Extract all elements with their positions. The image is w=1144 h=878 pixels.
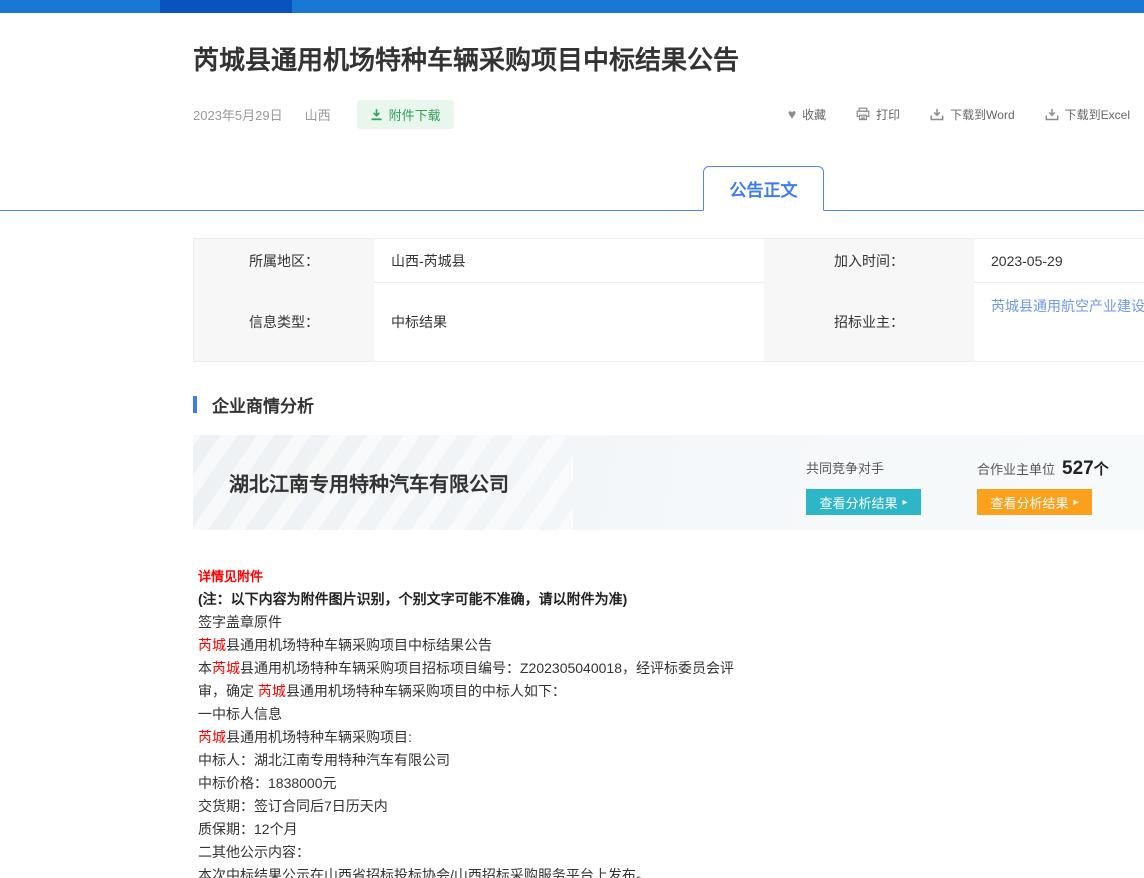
favorite-label: 收藏: [802, 106, 826, 123]
partner-label: 合作业主单位 527 个: [977, 458, 1109, 480]
article-line: 交货期：签订合同后7日历天内: [198, 795, 1144, 818]
favorite-button[interactable]: ♥ 收藏: [788, 106, 826, 123]
article-line: 中标价格：1838000元: [198, 772, 1144, 795]
article-line: 签字盖章原件: [198, 611, 1144, 634]
partner-count-unit: 个: [1094, 458, 1109, 479]
article-line: 芮城县通用机场特种车辆采购项目中标结果公告: [198, 634, 1144, 657]
publish-date: 2023年5月29日: [193, 105, 283, 124]
info-value-date-added: 2023-05-29: [974, 239, 1144, 283]
action-toolbar: ♥ 收藏 打印 下载到Word: [788, 106, 1130, 123]
section-header: 企业商情分析: [193, 392, 1144, 417]
info-label-owner: 招标业主：: [764, 283, 974, 361]
article-line: 中标人：湖北江南专用特种汽车有限公司: [198, 749, 1144, 772]
tab-strip: 公告正文: [0, 165, 1144, 211]
competitor-label: 共同竞争对手: [806, 458, 884, 477]
attachment-button-label: 附件下载: [389, 105, 441, 124]
info-label-type: 信息类型：: [194, 283, 374, 361]
article-lines: 签字盖章原件芮城县通用机场特种车辆采购项目中标结果公告本芮城县通用机场特种车辆采…: [198, 611, 1144, 878]
arrow-right-icon: ▸: [902, 497, 907, 508]
topbar-active-segment: [160, 0, 292, 13]
info-value-type: 中标结果: [374, 283, 764, 361]
view-partner-analysis-button[interactable]: 查看分析结果 ▸: [977, 489, 1092, 515]
attachment-download-button[interactable]: 附件下载: [357, 100, 454, 129]
province-label: 山西: [305, 105, 331, 124]
print-button[interactable]: 打印: [856, 106, 900, 123]
download-word-button[interactable]: 下载到Word: [930, 106, 1014, 123]
article-line: 本芮城县通用机场特种车辆采购项目招标项目编号：Z202305040018，经评标…: [198, 657, 1144, 680]
company-name: 湖北江南专用特种汽车有限公司: [229, 435, 509, 530]
ocr-disclaimer-note: (注：以下内容为附件图片识别，个别文字可能不准确，请以附件为准): [198, 588, 1144, 611]
meta-row: 2023年5月29日 山西 附件下载 ♥ 收藏 打印: [193, 101, 1130, 127]
see-attachment-notice: 详情见附件: [198, 566, 1144, 588]
download-icon: [930, 108, 944, 121]
article-line: 二其他公示内容：: [198, 841, 1144, 864]
article-body: 详情见附件 (注：以下内容为附件图片识别，个别文字可能不准确，请以附件为准) 签…: [193, 566, 1144, 878]
info-label-date-added: 加入时间：: [764, 239, 974, 283]
article-line: 芮城县通用机场特种车辆采购项目:: [198, 726, 1144, 749]
view-button-label: 查看分析结果: [819, 493, 897, 512]
view-button-label: 查看分析结果: [990, 493, 1068, 512]
download-icon: [370, 108, 383, 121]
partner-label-text: 合作业主单位: [977, 459, 1055, 478]
article-line: 质保期：12个月: [198, 818, 1144, 841]
page: 芮城县通用机场特种车辆采购项目中标结果公告 2023年5月29日 山西 附件下载…: [0, 0, 1144, 878]
tab-announcement-body[interactable]: 公告正文: [703, 166, 824, 211]
info-value-region: 山西-芮城县: [374, 239, 764, 283]
info-table: 所属地区： 山西-芮城县 加入时间： 2023-05-29 信息类型： 中标结果…: [193, 238, 1144, 362]
announcement-header: 芮城县通用机场特种车辆采购项目中标结果公告 2023年5月29日 山西 附件下载…: [193, 45, 1130, 127]
article-line: 一中标人信息: [198, 703, 1144, 726]
heart-icon: ♥: [788, 107, 796, 121]
main-content: 所属地区： 山西-芮城县 加入时间： 2023-05-29 信息类型： 中标结果…: [193, 238, 1144, 878]
section-accent-bar: [193, 396, 197, 413]
download-icon: [1045, 108, 1059, 121]
article-line: 审，确定 芮城县通用机场特种车辆采购项目的中标人如下：: [198, 680, 1144, 703]
download-word-label: 下载到Word: [950, 106, 1014, 123]
print-label: 打印: [876, 106, 900, 123]
top-navigation-bar: [0, 0, 1144, 13]
partner-count: 527: [1062, 458, 1094, 480]
company-analysis-card: 湖北江南专用特种汽车有限公司 共同竞争对手 查看分析结果 ▸ 合作业主单位 52…: [193, 435, 1144, 530]
page-title: 芮城县通用机场特种车辆采购项目中标结果公告: [193, 45, 1130, 75]
download-excel-button[interactable]: 下载到Excel: [1045, 106, 1130, 123]
arrow-right-icon: ▸: [1073, 497, 1078, 508]
view-competitor-analysis-button[interactable]: 查看分析结果 ▸: [806, 489, 921, 515]
info-label-region: 所属地区：: [194, 239, 374, 283]
article-line: 本次中标结果公示在山西省招标投标协会/山西招标采购服务平台上发布。: [198, 864, 1144, 878]
section-title: 企业商情分析: [212, 392, 314, 417]
info-value-owner-link[interactable]: 芮城县通用航空产业建设发: [974, 283, 1144, 361]
printer-icon: [856, 107, 870, 121]
download-excel-label: 下载到Excel: [1065, 106, 1130, 123]
